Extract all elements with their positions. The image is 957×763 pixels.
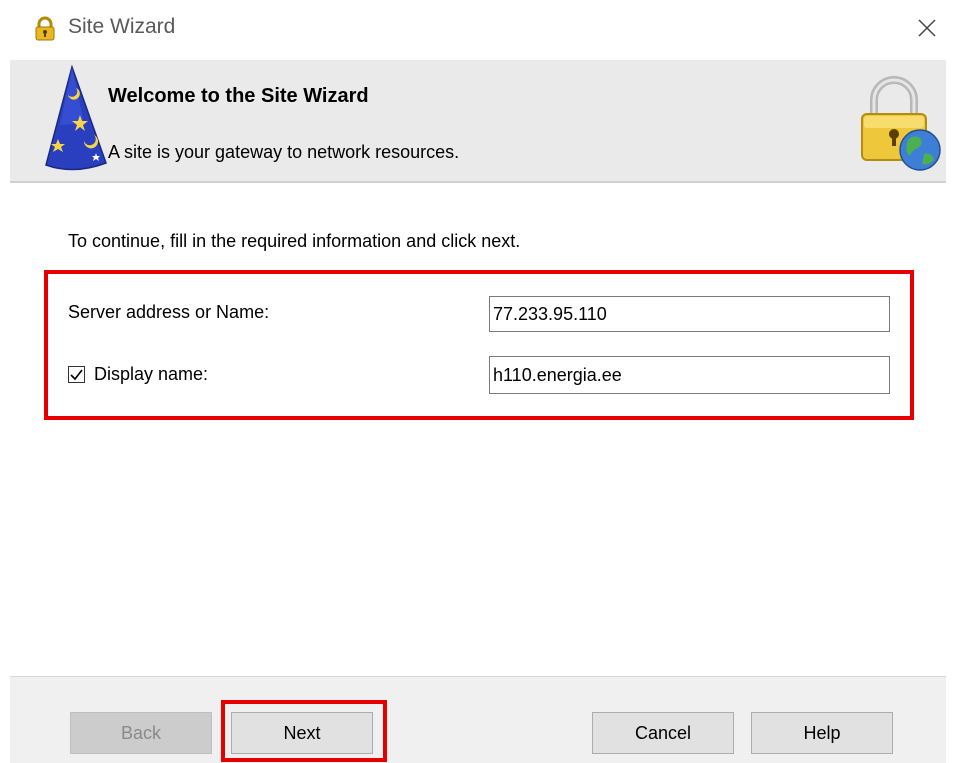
display-name-checkbox[interactable] xyxy=(68,366,85,383)
display-name-label: Display name: xyxy=(94,364,209,384)
window-title: Site Wizard xyxy=(68,15,176,38)
help-button[interactable]: Help xyxy=(751,712,893,754)
cancel-button[interactable]: Cancel xyxy=(592,712,734,754)
title-bar: Site Wizard xyxy=(0,0,957,60)
display-name-input[interactable] xyxy=(489,356,890,394)
lock-globe-icon xyxy=(854,72,944,177)
lock-app-icon xyxy=(32,16,58,42)
wizard-hat-icon xyxy=(40,64,110,176)
header-subtitle: A site is your gateway to network resour… xyxy=(108,142,460,162)
next-highlight-box xyxy=(221,700,387,762)
checkmark-icon xyxy=(70,369,83,381)
close-icon xyxy=(918,18,936,42)
back-button[interactable]: Back xyxy=(70,712,212,754)
instructions-text: To continue, fill in the required inform… xyxy=(68,231,521,251)
fields-highlight-box xyxy=(44,270,914,420)
wizard-header: Welcome to the Site Wizard A site is you… xyxy=(10,60,946,183)
header-title: Welcome to the Site Wizard xyxy=(108,85,369,107)
server-address-input[interactable] xyxy=(489,296,890,332)
server-address-label: Server address or Name: xyxy=(68,302,270,322)
close-button[interactable] xyxy=(897,0,957,60)
